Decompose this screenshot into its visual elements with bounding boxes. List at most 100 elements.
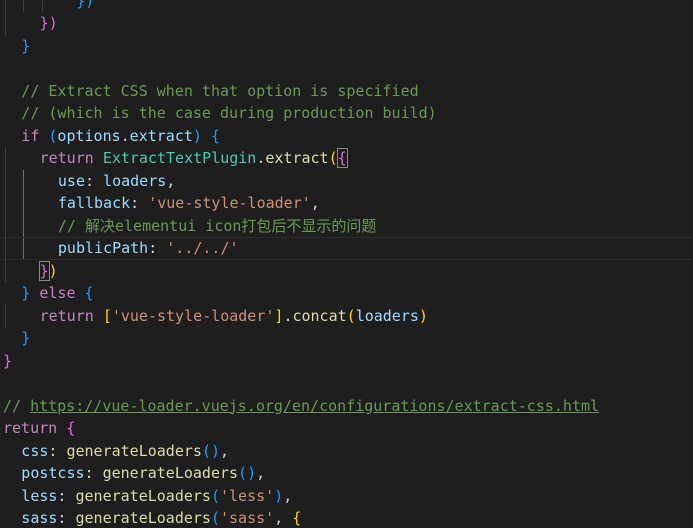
code-token: ) xyxy=(192,126,202,145)
code-token: else xyxy=(39,284,76,302)
code-token: postcss xyxy=(21,464,85,482)
code-token: : xyxy=(84,171,104,190)
code-token: 'sass' xyxy=(219,509,275,527)
code-line[interactable] xyxy=(0,57,693,80)
code-line[interactable]: // 解决elementui icon打包后不显示的问题 xyxy=(0,215,693,238)
code-line[interactable]: }) xyxy=(0,260,693,283)
code-token: } xyxy=(21,36,31,55)
code-line[interactable]: sass: generateLoaders('sass', { xyxy=(0,507,693,528)
code-token: // Extract CSS when that option is speci… xyxy=(21,81,419,100)
code-token: ) xyxy=(48,261,58,280)
code-token: ( xyxy=(346,306,356,325)
code-token: } xyxy=(38,260,50,281)
code-line[interactable]: css: generateLoaders(), xyxy=(0,440,693,463)
code-line[interactable]: use: loaders, xyxy=(0,170,693,193)
code-token: , xyxy=(166,171,176,190)
code-token: } xyxy=(21,284,31,302)
code-line[interactable] xyxy=(0,372,693,395)
code-token: ) xyxy=(418,306,428,325)
code-token: }) xyxy=(39,14,58,32)
code-token: : xyxy=(57,486,76,505)
code-line[interactable]: // (which is the case during production … xyxy=(0,102,693,125)
code-token: , xyxy=(256,464,266,482)
code-line[interactable]: // https://vue-loader.vuejs.org/en/confi… xyxy=(0,395,693,418)
code-token: concat xyxy=(292,306,347,325)
code-token: , xyxy=(219,441,230,460)
code-token: { xyxy=(66,419,76,437)
code-line[interactable]: // Extract CSS when that option is speci… xyxy=(0,80,693,103)
code-line[interactable]: }) xyxy=(0,0,693,12)
code-line[interactable]: if (options.extract) { xyxy=(0,125,693,148)
code-token: ( xyxy=(210,509,220,527)
code-token: 'less' xyxy=(219,486,275,505)
code-line[interactable]: }) xyxy=(0,12,693,35)
code-token: { xyxy=(84,284,94,302)
code-line[interactable]: less: generateLoaders('less'), xyxy=(0,485,693,508)
code-link[interactable]: https://vue-loader.vuejs.org/en/configur… xyxy=(30,397,599,415)
code-token: // 解决elementui icon打包后不显示的问题 xyxy=(57,216,377,235)
code-token: , xyxy=(310,194,320,212)
code-token: return xyxy=(39,149,94,167)
code-token: generateLoaders xyxy=(102,464,239,482)
code-token: . xyxy=(120,126,130,145)
code-token: 'vue-style-loader' xyxy=(148,194,311,212)
code-token: ( xyxy=(210,486,220,505)
code-token: use xyxy=(57,171,85,190)
code-token: css xyxy=(21,441,49,460)
code-token: // (which is the case during production … xyxy=(21,104,437,122)
code-token: loaders xyxy=(355,306,419,325)
code-token: ExtractTextPlugin xyxy=(102,149,257,167)
code-token: , xyxy=(283,486,293,505)
code-line[interactable]: postcss: generateLoaders(), xyxy=(0,462,693,485)
code-line[interactable]: } xyxy=(0,327,693,350)
code-token: generateLoaders xyxy=(75,509,211,527)
code-line[interactable]: publicPath: '../../' xyxy=(0,237,693,260)
code-token: { xyxy=(336,148,348,168)
code-token: : xyxy=(48,441,67,460)
code-token: : xyxy=(148,239,167,257)
code-line[interactable]: return { xyxy=(0,417,693,440)
code-token: : xyxy=(84,464,103,482)
code-editor[interactable]: })})} // Extract CSS when that option is … xyxy=(0,0,693,528)
code-line[interactable]: return ['vue-style-loader'].concat(loade… xyxy=(0,305,693,328)
code-token: generateLoaders xyxy=(66,441,202,460)
code-token: { xyxy=(292,509,302,527)
code-token: return xyxy=(3,419,58,437)
code-token: sass xyxy=(21,509,58,527)
code-token: extract xyxy=(265,149,329,167)
code-token: [ xyxy=(102,306,112,325)
code-token: loaders xyxy=(103,171,167,190)
code-line[interactable]: } xyxy=(0,350,693,373)
code-token: fallback xyxy=(57,194,131,212)
code-token: // xyxy=(3,396,31,415)
code-token: ( xyxy=(328,149,338,167)
code-token: () xyxy=(201,441,220,460)
code-line[interactable]: fallback: 'vue-style-loader', xyxy=(0,192,693,215)
code-token: : xyxy=(130,194,149,212)
code-token: } xyxy=(3,351,13,370)
code-token: }) xyxy=(76,0,95,10)
code-token: '../../' xyxy=(166,239,239,257)
code-token: if xyxy=(21,126,40,145)
code-token: publicPath xyxy=(57,239,149,257)
code-token: 'vue-style-loader' xyxy=(111,306,275,325)
code-line[interactable]: } xyxy=(0,35,693,58)
code-token: : xyxy=(57,509,76,527)
code-token: () xyxy=(238,464,257,482)
code-token: , xyxy=(274,509,293,527)
code-token: less xyxy=(21,486,58,505)
code-line[interactable]: return ExtractTextPlugin.extract({ xyxy=(0,147,693,170)
code-token: extract xyxy=(129,126,193,145)
code-line[interactable]: } else { xyxy=(0,282,693,305)
code-token: ) xyxy=(274,486,284,505)
code-token: options xyxy=(57,126,121,145)
code-token: return xyxy=(39,306,94,325)
code-token: } xyxy=(21,329,31,347)
code-token: { xyxy=(210,126,220,145)
code-token: generateLoaders xyxy=(75,486,211,505)
